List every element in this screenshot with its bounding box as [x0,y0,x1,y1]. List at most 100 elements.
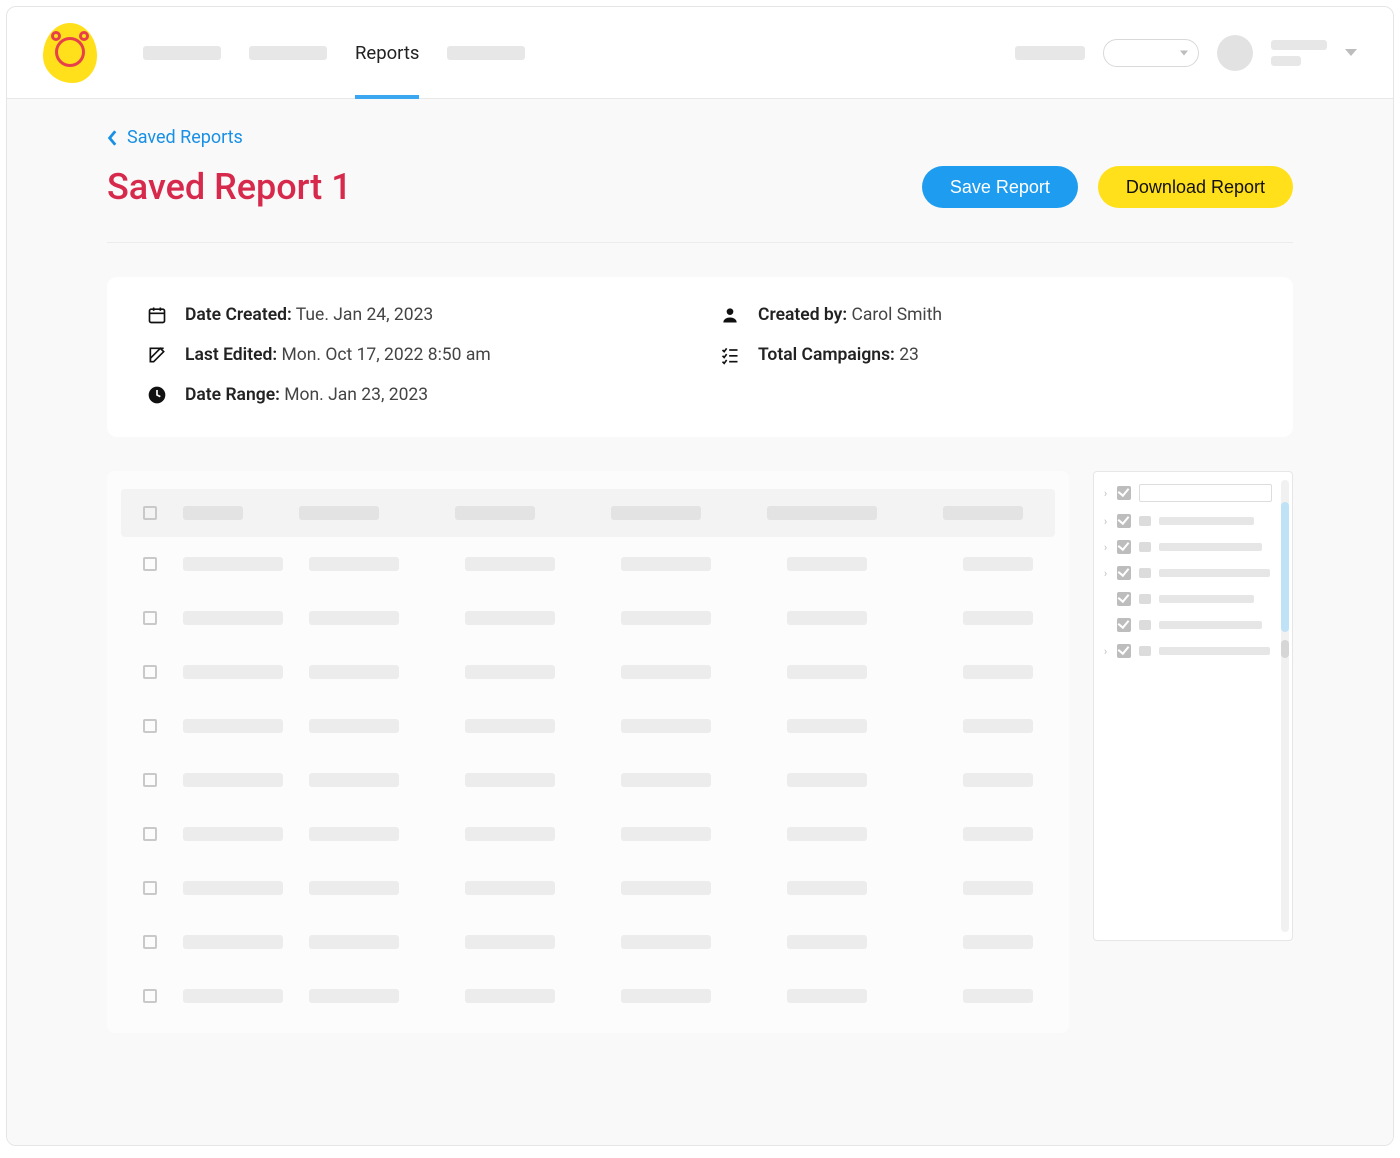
meta-label: Last Edited: [185,345,277,365]
meta-label: Created by: [758,305,847,325]
cell-placeholder [465,827,555,841]
cell-placeholder [183,935,283,949]
filter-item[interactable]: › [1102,562,1272,584]
cell-placeholder [465,773,555,787]
table-row [121,861,1055,915]
cell-placeholder [309,989,399,1003]
cell-placeholder [963,989,1033,1003]
filter-item[interactable] [1102,588,1272,610]
cell-placeholder [963,827,1033,841]
cell-placeholder [621,719,711,733]
filter-checkbox[interactable] [1117,514,1131,528]
cell-placeholder [963,881,1033,895]
cell-placeholder [621,773,711,787]
table-row [121,915,1055,969]
column-header-placeholder[interactable] [611,506,701,520]
table-row [121,969,1055,1023]
chevron-right-icon[interactable]: › [1102,541,1109,554]
search-dropdown[interactable] [1103,39,1199,67]
row-checkbox[interactable] [143,665,157,679]
filter-item[interactable]: › [1102,536,1272,558]
filter-search-input[interactable] [1139,484,1272,502]
chevron-down-icon[interactable] [1345,49,1357,56]
cell-placeholder [621,557,711,571]
filter-item[interactable]: › [1102,510,1272,532]
calendar-icon [147,305,167,325]
row-checkbox[interactable] [143,557,157,571]
meta-value: Tue. Jan 24, 2023 [296,305,434,325]
column-header-placeholder[interactable] [299,506,379,520]
chevron-right-icon[interactable]: › [1102,515,1109,528]
breadcrumb-label: Saved Reports [127,127,243,148]
row-checkbox[interactable] [143,611,157,625]
filter-checkbox[interactable] [1117,540,1131,554]
report-table [107,471,1069,1033]
filter-item-label-placeholder [1159,621,1262,629]
download-report-button[interactable]: Download Report [1098,166,1293,208]
row-checkbox[interactable] [143,827,157,841]
column-header-placeholder[interactable] [767,506,877,520]
filter-checkbox[interactable] [1117,592,1131,606]
panel-scrollbar[interactable] [1281,480,1289,932]
meta-value: Carol Smith [851,305,942,325]
avatar[interactable] [1217,35,1253,71]
brand-logo[interactable] [43,23,97,83]
cell-placeholder [963,935,1033,949]
row-checkbox[interactable] [143,773,157,787]
column-header-placeholder[interactable] [943,506,1023,520]
cell-placeholder [183,557,283,571]
filter-item[interactable]: › [1102,640,1272,662]
nav-item-placeholder[interactable] [249,46,327,60]
meta-label: Total Campaigns: [758,345,895,365]
table-row [121,591,1055,645]
row-checkbox[interactable] [143,881,157,895]
column-header-placeholder[interactable] [455,506,535,520]
chevron-right-icon[interactable]: › [1102,567,1109,580]
row-checkbox[interactable] [143,989,157,1003]
meta-date-created: Date Created: Tue. Jan 24, 2023 [147,305,680,325]
table-row [121,753,1055,807]
user-label-placeholder [1271,40,1327,66]
report-meta-card: Date Created: Tue. Jan 24, 2023 Created … [107,277,1293,437]
chevron-left-icon [107,129,119,147]
top-nav: Reports [7,7,1393,99]
save-report-button[interactable]: Save Report [922,166,1078,208]
nav-tab-label: Reports [355,42,419,64]
filter-item[interactable] [1102,614,1272,636]
filter-item-label-placeholder [1159,569,1270,577]
breadcrumb[interactable]: Saved Reports [107,127,1293,148]
cell-placeholder [465,989,555,1003]
cell-placeholder [309,935,399,949]
nav-item-placeholder[interactable] [143,46,221,60]
row-checkbox[interactable] [143,935,157,949]
cell-placeholder [309,827,399,841]
meta-created-by: Created by: Carol Smith [720,305,1253,325]
column-header-placeholder[interactable] [183,506,243,520]
cell-placeholder [309,557,399,571]
chevron-right-icon[interactable]: › [1102,645,1109,658]
filter-checkbox[interactable] [1117,486,1131,500]
filter-checkbox[interactable] [1117,566,1131,580]
select-all-checkbox[interactable] [143,506,157,520]
nav-item-placeholder[interactable] [447,46,525,60]
cell-placeholder [465,719,555,733]
cell-placeholder [787,773,867,787]
filter-item-label-placeholder [1159,543,1262,551]
meta-label: Date Range: [185,385,280,405]
nav-tab-reports[interactable]: Reports [355,8,419,98]
chevron-right-icon[interactable]: › [1102,487,1109,500]
person-icon [720,305,740,325]
table-row [121,699,1055,753]
cell-placeholder [621,881,711,895]
table-row [121,645,1055,699]
meta-value: 23 [899,345,919,365]
cell-placeholder [309,611,399,625]
row-checkbox[interactable] [143,719,157,733]
cell-placeholder [963,557,1033,571]
cell-placeholder [621,827,711,841]
filter-checkbox[interactable] [1117,644,1131,658]
cell-placeholder [465,881,555,895]
filter-item-icon [1139,620,1151,630]
cell-placeholder [465,611,555,625]
filter-checkbox[interactable] [1117,618,1131,632]
